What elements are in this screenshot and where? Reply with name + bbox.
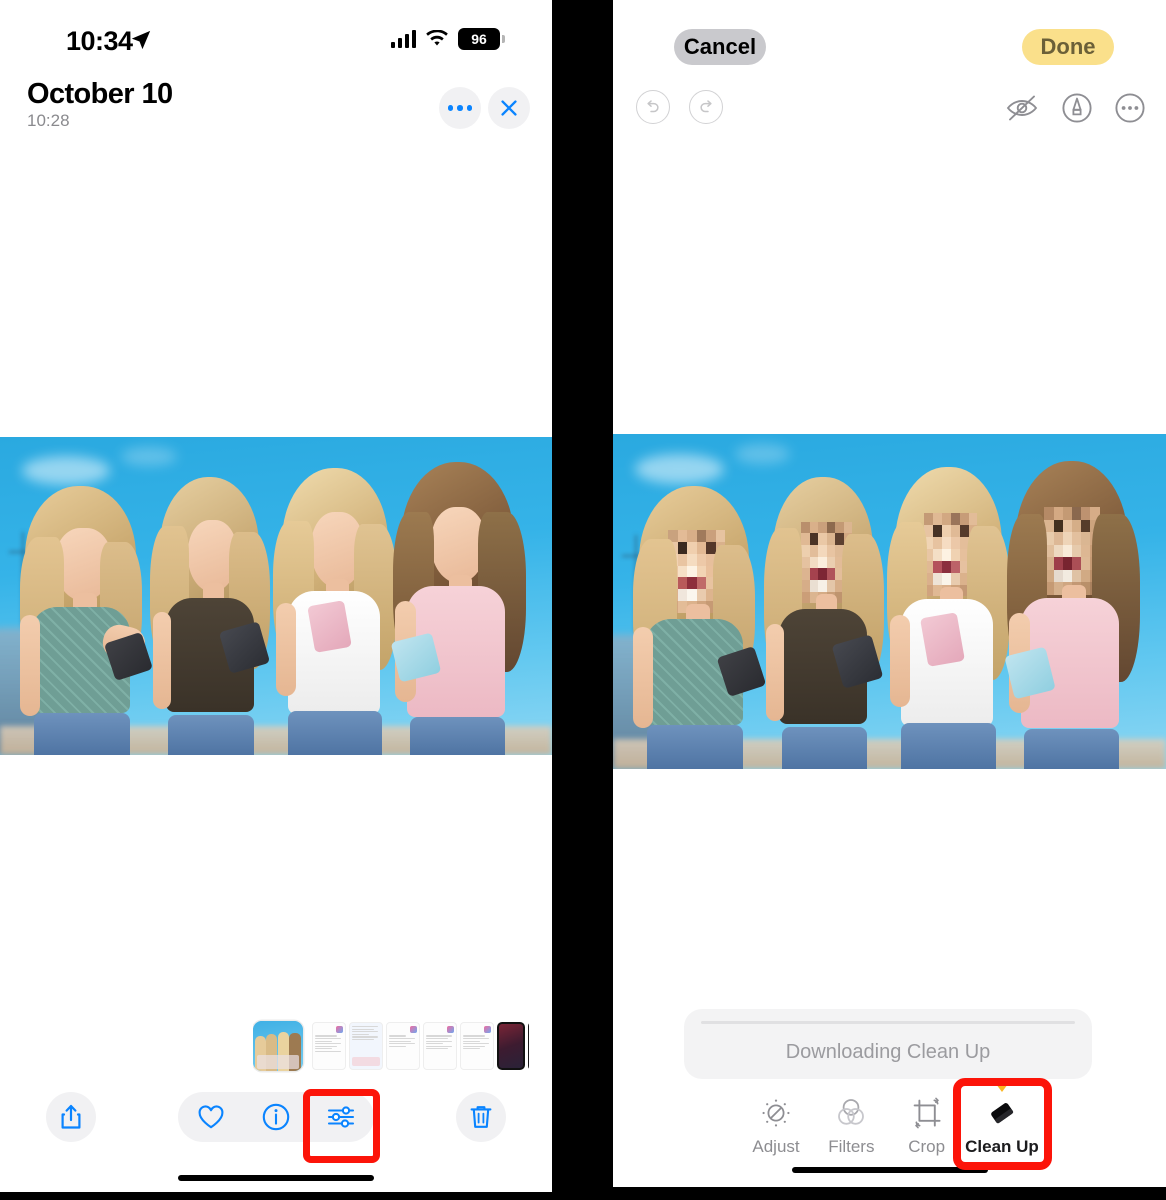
editor-tab-bar: Adjust Filters Crop Clean Up: [739, 1084, 1039, 1166]
photo-editing-canvas[interactable]: [613, 434, 1166, 769]
done-button[interactable]: Done: [1022, 29, 1114, 65]
jeans: [168, 714, 254, 755]
photo-header: October 10 10:28: [0, 64, 552, 144]
person-1: [630, 474, 779, 769]
download-status-label: Downloading Clean Up: [785, 1041, 991, 1063]
person-2: [762, 468, 900, 769]
photos-viewer-panel: 10:34 96 October 10 10:28: [0, 0, 552, 1192]
person-4: [1003, 457, 1155, 769]
status-time: 10:34: [66, 26, 133, 56]
active-tab-caret-icon: [995, 1084, 1008, 1092]
tab-adjust-label: Adjust: [752, 1137, 800, 1156]
photo-original[interactable]: [0, 437, 552, 755]
redo-icon: [700, 100, 712, 113]
close-icon: [501, 100, 517, 116]
adjust-dial-icon: [762, 1099, 790, 1127]
battery-level: 96: [471, 31, 487, 47]
battery-indicator: 96: [458, 28, 505, 50]
redo-button[interactable]: [689, 90, 723, 124]
undo-icon: [647, 100, 659, 113]
home-indicator: [178, 1175, 374, 1181]
favorite-button[interactable]: [185, 1092, 237, 1142]
tab-crop[interactable]: Crop: [890, 1092, 964, 1157]
filmstrip-thumb-iphone[interactable]: [528, 1022, 529, 1070]
jeans: [34, 713, 130, 755]
more-options-button[interactable]: [1112, 90, 1148, 126]
share-button[interactable]: [46, 1092, 96, 1142]
person-2: [149, 469, 287, 755]
filters-circles-icon: [838, 1099, 865, 1125]
tab-clean-up[interactable]: Clean Up: [965, 1084, 1039, 1157]
arm: [19, 615, 41, 716]
heart-icon: [198, 1105, 224, 1129]
hide-button[interactable]: [1004, 90, 1040, 126]
wifi-icon: [425, 30, 449, 48]
more-options-button[interactable]: [439, 87, 481, 129]
tab-clean-up-label: Clean Up: [965, 1137, 1039, 1156]
close-button[interactable]: [488, 87, 530, 129]
delete-button[interactable]: [456, 1092, 506, 1142]
jeans: [901, 722, 997, 769]
jeans: [1023, 728, 1120, 769]
jeans: [409, 716, 506, 755]
filmstrip-thumb-document[interactable]: [460, 1022, 494, 1070]
tab-crop-label: Crop: [908, 1137, 946, 1156]
info-button[interactable]: [250, 1092, 302, 1142]
tab-filters-label: Filters: [828, 1137, 875, 1156]
arm: [276, 602, 297, 697]
trash-icon: [470, 1106, 492, 1128]
photo-action-pill: [178, 1092, 374, 1142]
filmstrip-thumb-selected[interactable]: [253, 1021, 303, 1071]
download-status-panel: Downloading Clean Up: [684, 1009, 1092, 1079]
eye-slash-icon: [1006, 95, 1038, 121]
smartphone-pink: [306, 599, 352, 653]
status-bar: 10:34 96: [0, 0, 552, 64]
jeans: [781, 726, 868, 769]
photo-filmstrip[interactable]: [253, 1018, 529, 1074]
arm: [889, 614, 910, 708]
share-icon: [61, 1104, 81, 1129]
markup-pen-icon: [1062, 93, 1092, 123]
page-title: October 10: [27, 78, 173, 110]
arm: [153, 611, 172, 710]
home-indicator: [791, 1167, 988, 1173]
arm: [766, 624, 785, 721]
cancel-button[interactable]: Cancel: [674, 29, 766, 65]
filmstrip-thumb-document[interactable]: [386, 1022, 420, 1070]
arm: [632, 627, 654, 728]
jeans: [647, 724, 744, 769]
photo-time: 10:28: [27, 111, 70, 130]
tab-filters[interactable]: Filters: [814, 1092, 888, 1157]
filmstrip-thumb-document[interactable]: [349, 1022, 383, 1070]
edit-sliders-button[interactable]: [315, 1092, 367, 1142]
filmstrip-thumb-document[interactable]: [423, 1022, 457, 1070]
markup-button[interactable]: [1059, 90, 1095, 126]
person-1: [17, 475, 166, 755]
photo-editor-panel: Cancel Done Downloading Clean Up Adjust …: [613, 0, 1166, 1187]
cloud: [734, 444, 790, 465]
photo-toolbar: [0, 1092, 552, 1162]
eraser-icon: [991, 1103, 1014, 1124]
undo-button[interactable]: [636, 90, 670, 124]
person-4: [390, 459, 541, 755]
cellular-signal-icon: [390, 30, 416, 48]
tab-adjust[interactable]: Adjust: [739, 1092, 813, 1157]
filmstrip-thumb-iphone[interactable]: [497, 1022, 525, 1070]
jeans: [287, 711, 383, 755]
download-progress-track: [701, 1021, 1075, 1024]
filmstrip-thumb-document[interactable]: [312, 1022, 346, 1070]
cloud: [121, 446, 177, 466]
info-icon: [262, 1103, 290, 1131]
status-indicators: 96: [390, 28, 505, 50]
screenshot-stage: 10:34 96 October 10 10:28 Cancel Done Do…: [0, 0, 1166, 1200]
more-options-icon: [447, 105, 473, 111]
crop-rotate-icon: [913, 1097, 941, 1129]
location-arrow-icon: [130, 29, 152, 51]
more-options-icon: [1115, 93, 1145, 123]
adjust-sliders-icon: [328, 1106, 355, 1128]
